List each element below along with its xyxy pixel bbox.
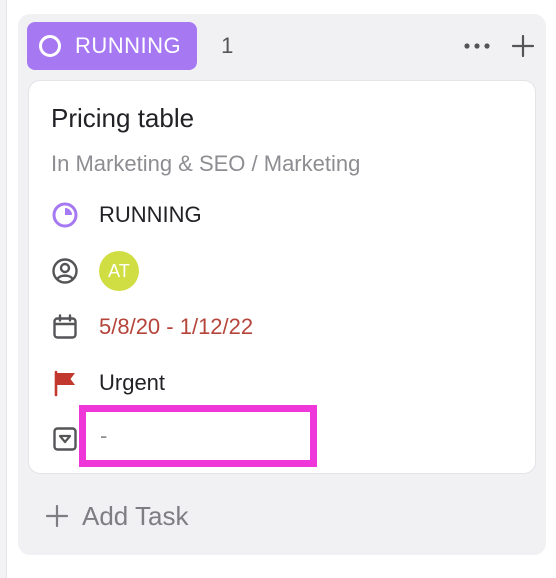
plus-icon xyxy=(46,505,68,527)
date-range: 5/8/20 - 1/12/22 xyxy=(99,314,254,339)
user-circle-icon xyxy=(51,257,79,285)
add-task-button[interactable]: Add Task xyxy=(46,496,188,536)
column-actions xyxy=(464,35,534,57)
column-header: RUNNING 1 xyxy=(27,22,534,70)
task-location: In Marketing & SEO / Marketing xyxy=(51,151,361,176)
status-text: RUNNING xyxy=(99,202,202,227)
adjacent-column-edge xyxy=(0,0,7,578)
task-count: 1 xyxy=(221,33,234,58)
priority-row[interactable]: Urgent xyxy=(51,363,165,403)
flag-icon xyxy=(51,369,79,397)
dropdown-field-value-box[interactable]: - xyxy=(79,405,317,467)
status-ring-icon xyxy=(39,35,61,57)
priority-text: Urgent xyxy=(99,370,166,395)
task-card[interactable]: Pricing table In Marketing & SEO / Marke… xyxy=(28,80,536,474)
status-row[interactable]: RUNNING xyxy=(51,195,202,235)
add-task-label: Add Task xyxy=(82,500,189,531)
calendar-icon xyxy=(51,313,79,341)
assignee-row[interactable]: AT xyxy=(51,251,139,291)
ellipsis-icon[interactable] xyxy=(464,42,490,50)
status-group-label: RUNNING xyxy=(75,33,182,58)
avatar[interactable]: AT xyxy=(99,251,139,291)
status-group-pill[interactable]: RUNNING xyxy=(27,22,198,70)
dropdown-field-value: - xyxy=(100,423,108,448)
plus-icon[interactable] xyxy=(512,35,534,57)
task-title[interactable]: Pricing table xyxy=(51,103,194,134)
dates-row[interactable]: 5/8/20 - 1/12/22 xyxy=(51,307,253,347)
status-circle-icon xyxy=(51,201,79,229)
dropdown-field-icon xyxy=(51,425,79,453)
board-column-running: RUNNING 1 Pricing table In Marketing & S… xyxy=(18,14,546,555)
